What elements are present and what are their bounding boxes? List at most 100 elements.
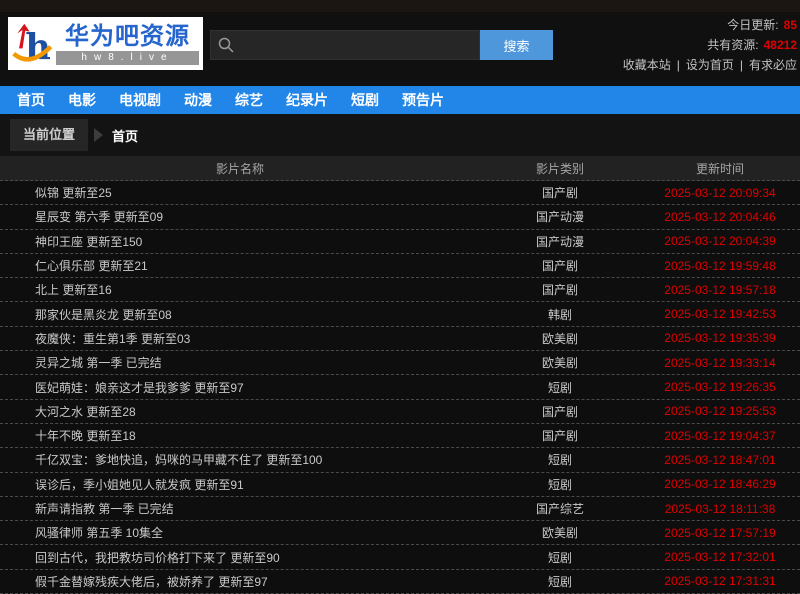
nav-item[interactable]: 动漫 (184, 90, 212, 110)
nav-item[interactable]: 电视剧 (119, 90, 161, 110)
movie-category: 欧美剧 (480, 354, 640, 371)
site-header: h 华为吧资源 hw8.live 搜索 今日更新:85 共有资源 (0, 12, 800, 86)
table-row[interactable]: 回到古代，我把教坊司价格打下来了 更新至90 短剧 2025-03-12 17:… (0, 545, 800, 569)
search-icon (218, 37, 234, 58)
stat-today-updates: 今日更新: 85 (623, 15, 797, 35)
movie-category: 韩剧 (480, 306, 640, 323)
movie-update-time: 2025-03-12 17:57:19 (640, 526, 800, 540)
site-logo[interactable]: h 华为吧资源 hw8.live (8, 17, 203, 70)
nav-item[interactable]: 综艺 (235, 90, 263, 110)
stat-today-updates-value: 85 (784, 18, 797, 32)
movie-title[interactable]: 误诊后，季小姐她见人就发疯 更新至91 (0, 476, 480, 493)
link-set-homepage[interactable]: 设为首页 (686, 58, 734, 72)
table-row[interactable]: 误诊后，季小姐她见人就发疯 更新至91 短剧 2025-03-12 18:46:… (0, 473, 800, 497)
column-header-category: 影片类别 (480, 160, 640, 177)
movie-update-time: 2025-03-12 18:47:01 (640, 453, 800, 467)
movie-category: 短剧 (480, 549, 640, 566)
table-row[interactable]: 千亿双宝：爹地快追，妈咪的马甲藏不住了 更新至100 短剧 2025-03-12… (0, 448, 800, 472)
table-row[interactable]: 神印王座 更新至150 国产动漫 2025-03-12 20:04:39 (0, 230, 800, 254)
movie-update-time: 2025-03-12 18:11:38 (640, 502, 800, 516)
search-bar: 搜索 (210, 30, 553, 60)
movie-category: 短剧 (480, 451, 640, 468)
movie-title[interactable]: 神印王座 更新至150 (0, 233, 480, 250)
link-request-resource[interactable]: 有求必应 (749, 58, 797, 72)
nav-item[interactable]: 首页 (17, 90, 45, 110)
movie-update-time: 2025-03-12 20:09:34 (640, 186, 800, 200)
movie-update-time: 2025-03-12 19:57:18 (640, 283, 800, 297)
movie-category: 国产剧 (480, 257, 640, 274)
table-row[interactable]: 假千金替嫁残疾大佬后，被娇养了 更新至97 短剧 2025-03-12 17:3… (0, 570, 800, 594)
column-header-title: 影片名称 (0, 160, 480, 177)
movie-title[interactable]: 回到古代，我把教坊司价格打下来了 更新至90 (0, 549, 480, 566)
link-separator: | (740, 58, 743, 72)
nav-item[interactable]: 电影 (68, 90, 96, 110)
stat-today-updates-label: 今日更新: (727, 18, 778, 32)
main-nav: 首页 电影 电视剧 动漫 综艺 纪录片 短剧 预告片 (0, 86, 800, 114)
movie-title[interactable]: 仁心俱乐部 更新至21 (0, 257, 480, 274)
nav-item[interactable]: 纪录片 (286, 90, 328, 110)
breadcrumb-current-page[interactable]: 首页 (112, 126, 138, 145)
movie-category: 短剧 (480, 379, 640, 396)
movie-update-time: 2025-03-12 18:46:29 (640, 477, 800, 491)
movie-update-time: 2025-03-12 20:04:39 (640, 234, 800, 248)
movie-category: 国产综艺 (480, 500, 640, 517)
movie-category: 短剧 (480, 573, 640, 590)
breadcrumb-arrow-icon (94, 128, 103, 142)
movie-title[interactable]: 那家伙是黑炎龙 更新至08 (0, 306, 480, 323)
table-row[interactable]: 风骚律师 第五季 10集全 欧美剧 2025-03-12 17:57:19 (0, 521, 800, 545)
breadcrumb-label: 当前位置 (10, 119, 88, 151)
table-row[interactable]: 北上 更新至16 国产剧 2025-03-12 19:57:18 (0, 278, 800, 302)
movie-category: 短剧 (480, 476, 640, 493)
site-stats: 今日更新:85 共有资源:48212 收藏本站|设为首页|有求必应 (623, 15, 797, 75)
table-row[interactable]: 大河之水 更新至28 国产剧 2025-03-12 19:25:53 (0, 400, 800, 424)
table-row[interactable]: 十年不晚 更新至18 国产剧 2025-03-12 19:04:37 (0, 424, 800, 448)
search-button[interactable]: 搜索 (480, 30, 553, 60)
search-input[interactable] (210, 30, 480, 60)
table-row[interactable]: 夜魔侠：重生第1季 更新至03 欧美剧 2025-03-12 19:35:39 (0, 327, 800, 351)
movie-title[interactable]: 夜魔侠：重生第1季 更新至03 (0, 330, 480, 347)
movie-update-time: 2025-03-12 17:31:31 (640, 574, 800, 588)
nav-item[interactable]: 预告片 (402, 90, 444, 110)
movie-title[interactable]: 假千金替嫁残疾大佬后，被娇养了 更新至97 (0, 573, 480, 590)
table-row[interactable]: 医妃萌娃：娘亲这才是我爹爹 更新至97 短剧 2025-03-12 19:26:… (0, 375, 800, 399)
movie-update-time: 2025-03-12 19:59:48 (640, 259, 800, 273)
movie-title[interactable]: 灵异之城 第一季 已完结 (0, 354, 480, 371)
logo-subtitle: hw8.live (56, 51, 199, 65)
movie-title[interactable]: 北上 更新至16 (0, 281, 480, 298)
nav-item[interactable]: 短剧 (351, 90, 379, 110)
movie-table: 似锦 更新至25 国产剧 2025-03-12 20:09:34 星辰变 第六季… (0, 181, 800, 594)
movie-title[interactable]: 医妃萌娃：娘亲这才是我爹爹 更新至97 (0, 379, 480, 396)
movie-update-time: 2025-03-12 20:04:46 (640, 210, 800, 224)
table-row[interactable]: 仁心俱乐部 更新至21 国产剧 2025-03-12 19:59:48 (0, 254, 800, 278)
movie-update-time: 2025-03-12 19:33:14 (640, 356, 800, 370)
link-separator: | (677, 58, 680, 72)
breadcrumb: 当前位置 首页 (0, 114, 800, 156)
link-bookmark-site[interactable]: 收藏本站 (623, 58, 671, 72)
logo-icon: h (12, 22, 56, 66)
movie-category: 国产剧 (480, 403, 640, 420)
movie-title[interactable]: 似锦 更新至25 (0, 184, 480, 201)
table-header: 影片名称 影片类别 更新时间 (0, 156, 800, 181)
movie-update-time: 2025-03-12 19:26:35 (640, 380, 800, 394)
movie-title[interactable]: 星辰变 第六季 更新至09 (0, 208, 480, 225)
table-row[interactable]: 星辰变 第六季 更新至09 国产动漫 2025-03-12 20:04:46 (0, 205, 800, 229)
table-row[interactable]: 似锦 更新至25 国产剧 2025-03-12 20:09:34 (0, 181, 800, 205)
movie-update-time: 2025-03-12 19:04:37 (640, 429, 800, 443)
movie-update-time: 2025-03-12 19:42:53 (640, 307, 800, 321)
movie-category: 欧美剧 (480, 524, 640, 541)
movie-title[interactable]: 十年不晚 更新至18 (0, 427, 480, 444)
table-row[interactable]: 那家伙是黑炎龙 更新至08 韩剧 2025-03-12 19:42:53 (0, 302, 800, 326)
movie-title[interactable]: 风骚律师 第五季 10集全 (0, 524, 480, 541)
movie-update-time: 2025-03-12 19:35:39 (640, 331, 800, 345)
column-header-update-time: 更新时间 (640, 160, 800, 177)
movie-title[interactable]: 大河之水 更新至28 (0, 403, 480, 420)
table-row[interactable]: 灵异之城 第一季 已完结 欧美剧 2025-03-12 19:33:14 (0, 351, 800, 375)
movie-title[interactable]: 千亿双宝：爹地快追，妈咪的马甲藏不住了 更新至100 (0, 451, 480, 468)
logo-title: 华为吧资源 (65, 23, 190, 51)
movie-category: 国产剧 (480, 427, 640, 444)
movie-category: 国产动漫 (480, 233, 640, 250)
table-row[interactable]: 新声请指教 第一季 已完结 国产综艺 2025-03-12 18:11:38 (0, 497, 800, 521)
movie-update-time: 2025-03-12 17:32:01 (640, 550, 800, 564)
movie-category: 国产剧 (480, 281, 640, 298)
movie-title[interactable]: 新声请指教 第一季 已完结 (0, 500, 480, 517)
